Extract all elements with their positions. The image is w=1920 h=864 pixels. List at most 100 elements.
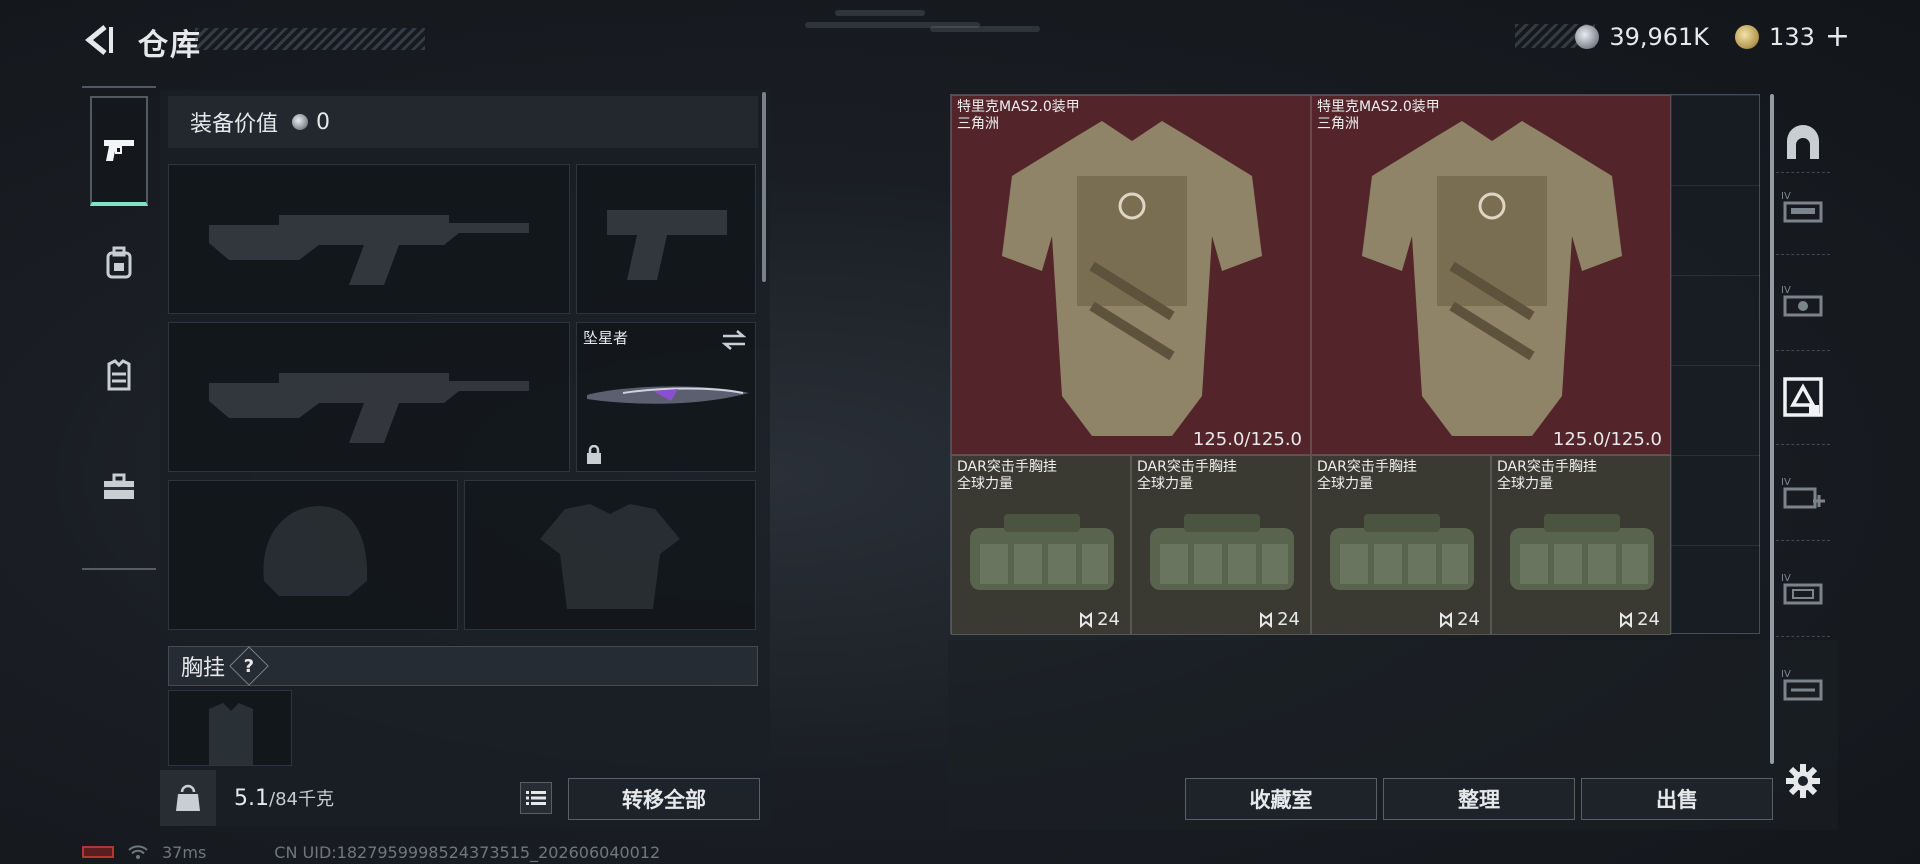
chest-rig-icon: [1510, 514, 1654, 590]
sidebar-item-weapon-crate[interactable]: IV: [1780, 184, 1826, 230]
storage-item-chest-rig[interactable]: DAR突击手胸挂 全球力量 24: [1131, 455, 1311, 635]
rifle-silhouette-icon: [209, 215, 529, 285]
capacity-value: 24: [1637, 609, 1660, 630]
sidebar-divider: [1776, 444, 1830, 445]
weight-readout: 5.1/84千克: [234, 785, 334, 811]
tab-weapons[interactable]: [90, 96, 148, 206]
helmet-slot[interactable]: [168, 480, 458, 630]
sidebar-item-all[interactable]: [1780, 118, 1826, 164]
storage-item-armor[interactable]: 特里克MAS2.0装甲 三角洲 125.0/125.0: [951, 95, 1311, 455]
sort-button[interactable]: 整理: [1383, 778, 1575, 820]
sidebar-item-case[interactable]: IV: [1780, 662, 1826, 708]
chest-rig-slot[interactable]: [168, 690, 292, 766]
chest-rig-icon: [1150, 514, 1294, 590]
page-title: 仓库: [138, 28, 202, 63]
list-icon: [526, 791, 546, 805]
lock-icon: [587, 445, 601, 464]
item-capacity: 24: [1079, 609, 1120, 630]
weight-max: /84千克: [269, 789, 334, 810]
help-button[interactable]: ?: [229, 646, 269, 686]
tab-backpack[interactable]: [90, 208, 148, 318]
sidebar-item-ammo-box[interactable]: IV: [1780, 566, 1826, 612]
rig-capacity-icon: [1440, 611, 1453, 628]
storage-item-chest-rig[interactable]: DAR突击手胸挂 全球力量 24: [1311, 455, 1491, 635]
item-durability: 125.0/125.0: [1552, 429, 1662, 450]
sell-button[interactable]: 出售: [1581, 778, 1773, 820]
silver-amount: 39,961K: [1609, 23, 1710, 51]
secondary-weapon-slot[interactable]: [168, 322, 570, 472]
melee-slot[interactable]: 坠星者: [576, 322, 756, 472]
loadout-panel: 装备价值 0 坠星者 胸挂 ? 5.1/84千克 转移全部: [160, 90, 770, 826]
ping-readout: 37ms: [162, 842, 207, 862]
pistol-slot[interactable]: [576, 164, 756, 314]
add-currency-button[interactable]: +: [1825, 22, 1850, 52]
gold-amount: 133: [1769, 23, 1815, 51]
weapon-crate-icon: IV: [1781, 191, 1823, 223]
storage-item-chest-rig[interactable]: DAR突击手胸挂 全球力量 24: [1491, 455, 1671, 635]
collection-room-button[interactable]: 收藏室: [1185, 778, 1377, 820]
weight-bar: 5.1/84千克 转移全部: [160, 770, 770, 826]
tab-vest[interactable]: [90, 320, 148, 430]
silver-coin-icon: [292, 114, 309, 130]
silver-coin-icon: [1575, 25, 1600, 49]
storage-scrollbar[interactable]: [1770, 94, 1774, 764]
melee-item-name: 坠星者: [583, 329, 629, 347]
equipment-value-label: 装备价值: [190, 112, 279, 137]
sidebar-divider: [1776, 172, 1830, 173]
gold-coin-icon: [1735, 25, 1760, 49]
swap-icon[interactable]: [721, 329, 747, 351]
item-capacity: 24: [1619, 609, 1660, 630]
category-tabs: [82, 86, 156, 570]
rig-capacity-icon: [1620, 611, 1633, 628]
backpack-icon: [106, 246, 132, 279]
svg-text:IV: IV: [1781, 477, 1791, 488]
back-button[interactable]: [80, 22, 116, 58]
medkit-crate-icon: IV: [1781, 285, 1823, 317]
gear-box-icon: [1783, 377, 1823, 417]
capacity-value: 24: [1457, 609, 1480, 630]
body-armor-icon: [1002, 121, 1262, 436]
sidebar-item-medkit-crate[interactable]: IV: [1780, 278, 1826, 324]
storage-item-armor[interactable]: 特里克MAS2.0装甲 三角洲 125.0/125.0: [1311, 95, 1671, 455]
toolbox-icon: [104, 473, 134, 499]
move-all-button[interactable]: 转移全部: [568, 778, 760, 820]
wifi-icon: [128, 845, 148, 859]
gear-icon: [1786, 764, 1820, 798]
user-uid: CN UID:1827959998524373515_202606040012: [274, 842, 661, 862]
title-decoration: [195, 28, 425, 50]
pistol-silhouette-icon: [607, 210, 727, 280]
item-capacity: 24: [1439, 609, 1480, 630]
case-icon: IV: [1781, 669, 1823, 701]
settings-button[interactable]: [1780, 758, 1826, 804]
armor-silhouette-icon: [540, 504, 680, 609]
svg-text:IV: IV: [1781, 191, 1791, 202]
record-indicator-icon: [82, 846, 114, 858]
item-name: DAR突击手胸挂 全球力量: [957, 459, 1057, 492]
weight-current: 5.1: [234, 786, 269, 811]
storage-item-chest-rig[interactable]: DAR突击手胸挂 全球力量 24: [951, 455, 1131, 635]
vest-silhouette-icon: [209, 703, 253, 765]
equipment-value-amount: 0: [316, 109, 331, 135]
list-view-button[interactable]: [520, 782, 552, 814]
item-name: DAR突击手胸挂 全球力量: [1317, 459, 1417, 492]
loadout-scrollbar[interactable]: [762, 92, 766, 282]
item-durability: 125.0/125.0: [1192, 429, 1302, 450]
sidebar-item-gear-box[interactable]: [1780, 374, 1826, 420]
rig-capacity-icon: [1260, 611, 1273, 628]
item-name: DAR突击手胸挂 全球力量: [1497, 459, 1597, 492]
primary-weapon-slot[interactable]: [168, 164, 570, 314]
item-capacity: 24: [1259, 609, 1300, 630]
rifle-silhouette-icon: [209, 373, 529, 443]
weight-kg-icon: [176, 784, 200, 811]
background-streak: [930, 26, 1040, 32]
chest-rig-section-header: 胸挂 ?: [168, 646, 758, 686]
tab-toolbox[interactable]: [90, 432, 148, 542]
knife-icon: [587, 386, 749, 404]
body-armor-icon: [1362, 121, 1622, 436]
back-arrow-icon: [85, 25, 113, 55]
sidebar-item-medical-box[interactable]: IV: [1780, 470, 1826, 516]
armor-slot[interactable]: [464, 480, 756, 630]
medical-box-icon: IV: [1781, 477, 1825, 509]
ammo-box-icon: IV: [1781, 573, 1823, 605]
chest-rig-section-label: 胸挂: [181, 656, 226, 681]
